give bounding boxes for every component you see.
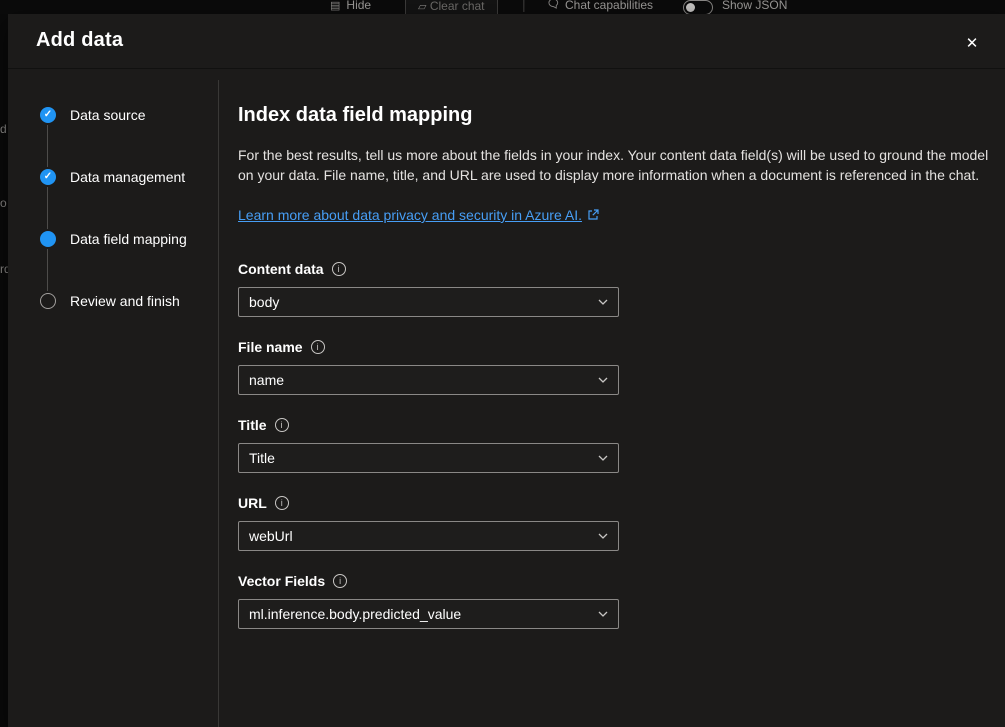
show-json-label: Show JSON (722, 0, 787, 12)
privacy-link[interactable]: Learn more about data privacy and securi… (238, 207, 582, 223)
field-title: Title i Title (238, 417, 619, 473)
background-text-fragment: o (0, 196, 7, 210)
eraser-icon: ▱ (418, 0, 426, 13)
hide-button[interactable]: ▤ Hide (330, 0, 371, 12)
step-complete-icon: ✓ (40, 169, 56, 185)
chevron-down-icon (597, 608, 609, 620)
field-file-name: File name i name (238, 339, 619, 395)
toolbar-separator: | (522, 0, 526, 12)
step-current-icon: ✓ (40, 231, 56, 247)
field-label: File name (238, 339, 303, 355)
step-label: Review and finish (70, 293, 180, 309)
dialog-title: Add data (36, 29, 123, 52)
field-label: Content data (238, 261, 324, 277)
field-label: Vector Fields (238, 573, 325, 589)
info-icon[interactable]: i (332, 262, 346, 276)
step-complete-icon: ✓ (40, 107, 56, 123)
chevron-down-icon (597, 296, 609, 308)
chevron-down-icon (597, 452, 609, 464)
chevron-down-icon (597, 374, 609, 386)
vector-fields-dropdown[interactable]: ml.inference.body.predicted_value (238, 599, 619, 629)
field-label: Title (238, 417, 267, 433)
step-review-and-finish[interactable]: ✓ Review and finish (40, 293, 180, 309)
background-page-sliver: d o rd (0, 14, 8, 727)
dropdown-value: Title (249, 450, 275, 466)
info-icon[interactable]: i (333, 574, 347, 588)
chat-capabilities-icon (548, 0, 559, 12)
step-connector (47, 125, 48, 167)
file-name-dropdown[interactable]: name (238, 365, 619, 395)
toggle-knob (686, 3, 695, 12)
description-text: For the best results, tell us more about… (238, 145, 993, 185)
step-label: Data source (70, 107, 145, 123)
dialog-header: Add data ✕ (8, 14, 1005, 69)
step-label: Data management (70, 169, 185, 185)
field-url: URL i webUrl (238, 495, 619, 551)
external-link-icon (587, 209, 599, 221)
sidebar-divider (218, 80, 219, 727)
field-content-data: Content data i body (238, 261, 619, 317)
hide-label: Hide (346, 0, 371, 12)
background-toolbar: ▤ Hide ▱ Clear chat | Chat capabilities … (0, 0, 1005, 14)
background-text-fragment: d (0, 122, 7, 136)
info-icon[interactable]: i (275, 496, 289, 510)
chat-capabilities-label: Chat capabilities (565, 0, 653, 12)
clear-chat-button[interactable]: ▱ Clear chat (405, 0, 498, 14)
title-dropdown[interactable]: Title (238, 443, 619, 473)
url-dropdown[interactable]: webUrl (238, 521, 619, 551)
add-data-dialog: Add data ✕ ✓ Data source ✓ Data manageme… (8, 14, 1005, 727)
background-text-fragment: rd (0, 262, 8, 276)
clear-chat-label: Clear chat (430, 0, 485, 13)
field-vector-fields: Vector Fields i ml.inference.body.predic… (238, 573, 619, 629)
info-icon[interactable]: i (311, 340, 325, 354)
dropdown-value: name (249, 372, 284, 388)
step-data-source[interactable]: ✓ Data source (40, 107, 145, 123)
field-label: URL (238, 495, 267, 511)
step-data-field-mapping[interactable]: ✓ Data field mapping (40, 231, 187, 247)
step-upcoming-icon: ✓ (40, 293, 56, 309)
page-title: Index data field mapping (238, 104, 472, 127)
step-connector (47, 249, 48, 291)
step-connector (47, 187, 48, 229)
step-label: Data field mapping (70, 231, 187, 247)
hide-icon: ▤ (330, 0, 340, 12)
privacy-link-row: Learn more about data privacy and securi… (238, 207, 599, 223)
dropdown-value: body (249, 294, 279, 310)
dropdown-value: webUrl (249, 528, 293, 544)
chat-capabilities-button[interactable]: Chat capabilities (548, 0, 653, 12)
show-json-toggle[interactable] (683, 0, 713, 14)
chevron-down-icon (597, 530, 609, 542)
content-data-dropdown[interactable]: body (238, 287, 619, 317)
step-data-management[interactable]: ✓ Data management (40, 169, 185, 185)
dropdown-value: ml.inference.body.predicted_value (249, 606, 461, 622)
info-icon[interactable]: i (275, 418, 289, 432)
close-icon[interactable]: ✕ (959, 30, 985, 56)
